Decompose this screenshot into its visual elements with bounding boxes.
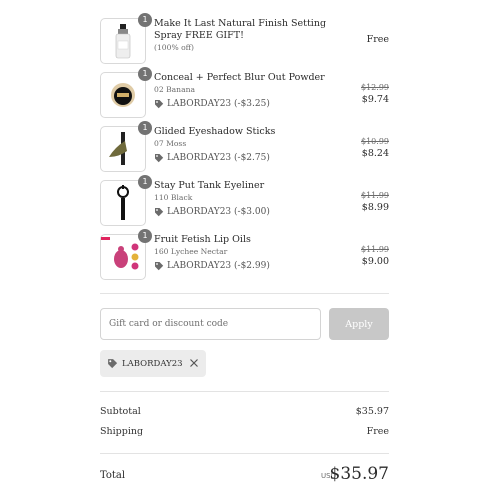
line-item: 1 Fruit Fetish Lip Oils 160 Lychee Necta… — [100, 229, 389, 282]
product-title: Fruit Fetish Lip Oils — [154, 234, 251, 245]
original-price: $12.99 — [361, 83, 389, 92]
line-price: $9.00 — [361, 256, 389, 267]
subtotal-label: Subtotal — [100, 406, 141, 417]
product-thumbnail: 1 — [100, 121, 152, 172]
original-price: $11.99 — [361, 245, 389, 254]
applied-discount-chip: LABORDAY23 — [100, 350, 206, 377]
tag-icon — [155, 208, 164, 217]
line-item: 1 Glided Eyeshadow Sticks 07 Moss LABORD… — [100, 121, 389, 174]
quantity-badge: 1 — [138, 229, 152, 243]
quantity-badge: 1 — [138, 121, 152, 135]
product-title: Make It Last Natural Finish Setting Spra… — [154, 18, 327, 41]
shipping-value: Free — [366, 426, 389, 437]
product-variant: 110 Black — [154, 193, 193, 202]
line-item: 1 Stay Put Tank Eyeliner 110 Black LABOR… — [100, 175, 389, 228]
discount-label: LABORDAY23 (-$3.00) — [167, 207, 270, 217]
tag-icon — [155, 154, 164, 163]
divider — [100, 453, 389, 454]
discount-code-input[interactable] — [100, 308, 321, 340]
product-thumbnail: 1 — [100, 67, 152, 118]
quantity-badge: 1 — [138, 13, 152, 27]
line-item: 1 Conceal + Perfect Blur Out Powder 02 B… — [100, 67, 389, 120]
close-icon[interactable] — [188, 357, 200, 369]
original-price: $10.99 — [361, 137, 389, 146]
discount-label: LABORDAY23 (-$2.75) — [167, 153, 270, 163]
product-variant: 160 Lychee Nectar — [154, 247, 228, 256]
total-value: $35.97 — [329, 464, 389, 484]
quantity-badge: 1 — [138, 175, 152, 189]
product-variant: 07 Moss — [154, 139, 187, 148]
line-price: $9.74 — [361, 94, 389, 105]
line-price: $8.24 — [361, 148, 389, 159]
shipping-label: Shipping — [100, 426, 144, 437]
product-title: Conceal + Perfect Blur Out Powder — [154, 72, 325, 83]
divider — [100, 391, 389, 392]
total-label: Total — [100, 470, 126, 481]
product-thumbnail: 1 — [100, 13, 152, 64]
product-title: Glided Eyeshadow Sticks — [154, 126, 276, 137]
shipping-row: Shipping Free — [100, 426, 389, 437]
product-thumbnail: 1 — [100, 175, 152, 226]
tag-icon — [155, 100, 164, 109]
apply-button[interactable]: Apply — [329, 308, 389, 340]
quantity-badge: 1 — [138, 67, 152, 81]
tag-icon — [108, 359, 118, 369]
blur-powder-image — [111, 83, 135, 107]
subtotal-value: $35.97 — [355, 406, 389, 417]
product-title: Stay Put Tank Eyeliner — [154, 180, 265, 191]
line-price: Free — [366, 34, 389, 45]
applied-code-label: LABORDAY23 — [122, 358, 183, 369]
setting-spray-image — [115, 24, 131, 59]
discount-label: LABORDAY23 (-$3.25) — [167, 99, 270, 109]
divider — [100, 293, 389, 294]
total-row: Total USD $35.97 — [100, 464, 389, 489]
lip-oil-image — [101, 237, 139, 270]
eyeliner-image — [117, 185, 129, 220]
eyeshadow-stick-image — [109, 132, 127, 165]
line-item: 1 Make It Last Natural Finish Setting Sp… — [100, 13, 389, 66]
subtotal-row: Subtotal $35.97 — [100, 406, 389, 417]
tag-icon — [155, 262, 164, 271]
product-variant: (100% off) — [154, 43, 195, 52]
original-price: $11.99 — [361, 191, 389, 200]
product-variant: 02 Banana — [154, 85, 196, 94]
product-thumbnail: 1 — [100, 229, 152, 280]
line-price: $8.99 — [361, 202, 389, 213]
discount-label: LABORDAY23 (-$2.99) — [167, 261, 270, 271]
